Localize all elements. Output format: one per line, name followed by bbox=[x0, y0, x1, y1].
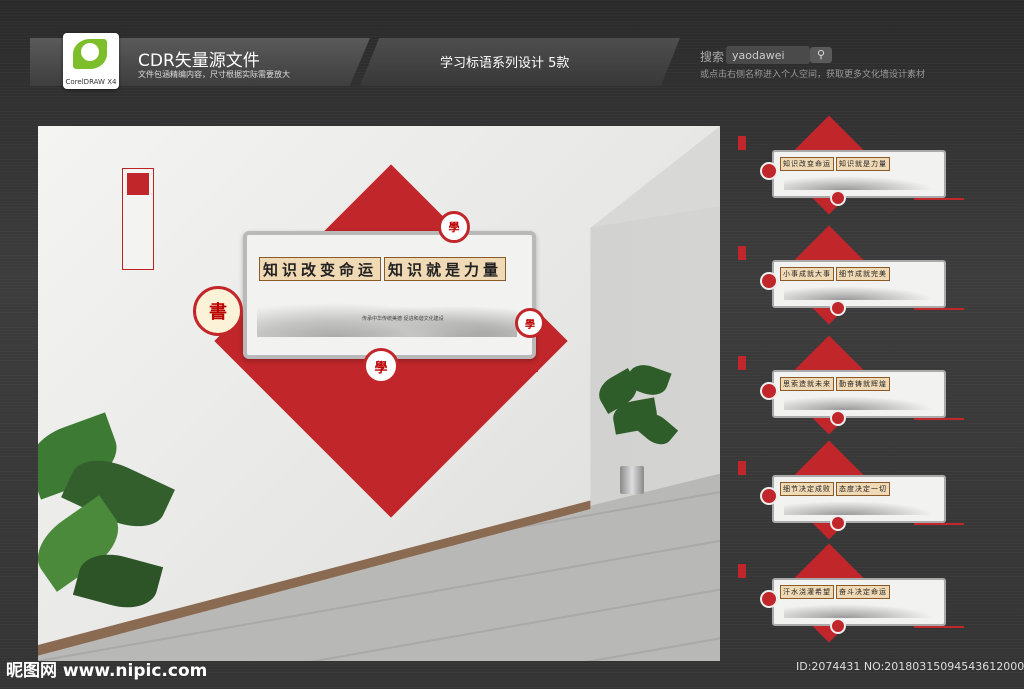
red-decor-line bbox=[478, 369, 538, 372]
thumb-banner: 小事成就大事 细节成就完美 bbox=[772, 260, 946, 308]
thumb-banner: 知识改变命运 知识就是力量 bbox=[772, 150, 946, 198]
thumb-slogan-left: 细节决定成败 bbox=[780, 482, 834, 496]
thumb-seal bbox=[760, 382, 778, 400]
thumb-seal bbox=[760, 590, 778, 608]
thumb-tag bbox=[738, 136, 746, 150]
thumb-red-line bbox=[914, 523, 964, 525]
thumb-red-line bbox=[914, 308, 964, 310]
logo-caption: CorelDRAW X4 bbox=[65, 78, 117, 86]
thumb-slogan-left: 小事成就大事 bbox=[780, 267, 834, 281]
thumb-red-line bbox=[914, 418, 964, 420]
thumb-slogan-right: 奋斗决定命运 bbox=[836, 585, 890, 599]
thumb-seal bbox=[760, 272, 778, 290]
design-variant-1: 知识改变命运 知识就是力量 bbox=[738, 115, 992, 226]
thumb-mountains bbox=[784, 501, 934, 515]
slogan-row: 知识改变命运 知识就是力量 bbox=[259, 257, 507, 281]
shu-seal: 書 bbox=[193, 286, 243, 336]
thumb-slogans: 细节决定成败 态度决定一切 bbox=[780, 482, 890, 496]
thumb-banner: 细节决定成败 态度决定一切 bbox=[772, 475, 946, 523]
thumb-slogans: 小事成就大事 细节成就完美 bbox=[780, 267, 890, 281]
slogan-banner: 知识改变命运 知识就是力量 传承中华传统美德 促进和谐文化建设 bbox=[243, 231, 536, 359]
thumb-slogan-left: 知识改变命运 bbox=[780, 157, 834, 171]
thumb-banner: 思索造就未来 勤奋铸就辉煌 bbox=[772, 370, 946, 418]
thumb-mountains bbox=[784, 176, 934, 190]
thumb-seal-small bbox=[830, 190, 846, 206]
thumb-slogans: 思索造就未来 勤奋铸就辉煌 bbox=[780, 377, 890, 391]
thumb-slogan-right: 细节成就完美 bbox=[836, 267, 890, 281]
xue-seal: 學 bbox=[363, 348, 399, 384]
coreldraw-logo-icon: CorelDRAW X4 bbox=[63, 33, 119, 89]
thumb-tag bbox=[738, 356, 746, 370]
thumb-seal-small bbox=[830, 410, 846, 426]
thumb-seal bbox=[760, 487, 778, 505]
red-decor-line bbox=[488, 377, 528, 380]
file-type-subtitle: 文件包涵精编内容，尺寸根据实际需要放大 bbox=[138, 70, 290, 79]
thumb-tag bbox=[738, 246, 746, 260]
banner-small-text: 传承中华传统美德 促进和谐文化建设 bbox=[362, 316, 444, 322]
thumb-slogan-right: 勤奋铸就辉煌 bbox=[836, 377, 890, 391]
search-label: 搜索 bbox=[700, 50, 725, 64]
search-input[interactable] bbox=[726, 46, 810, 64]
series-title: 学习标语系列设计 5款 bbox=[440, 56, 570, 71]
room-mockup: 知识改变命运 知识就是力量 传承中华传统美德 促进和谐文化建设 書 學 學 學 bbox=[38, 126, 720, 661]
slogan-right: 知识就是力量 bbox=[384, 257, 507, 281]
small-seal-right: 學 bbox=[515, 308, 545, 338]
design-variant-5: 汗水浇灌希望 奋斗决定命运 bbox=[738, 543, 992, 654]
search-hint: 或点击右侧名称进入个人空间，获取更多文化墙设计素材 bbox=[700, 70, 926, 80]
thumb-seal-small bbox=[830, 300, 846, 316]
file-type-title: CDR矢量源文件 bbox=[138, 51, 260, 71]
thumb-tag bbox=[738, 461, 746, 475]
thumb-seal-small bbox=[830, 618, 846, 634]
leaf-highlight bbox=[81, 43, 99, 61]
slogan-left: 知识改变命运 bbox=[259, 257, 382, 281]
thumb-mountains bbox=[784, 396, 934, 410]
thumb-red-line bbox=[914, 626, 964, 628]
thumb-tag bbox=[738, 564, 746, 578]
thumb-slogans: 知识改变命运 知识就是力量 bbox=[780, 157, 890, 171]
culture-seal bbox=[127, 173, 149, 195]
thumb-slogan-left: 思索造就未来 bbox=[780, 377, 834, 391]
culture-vertical-sign bbox=[122, 168, 154, 270]
nipic-watermark: 昵图网 www.nipic.com bbox=[6, 661, 208, 681]
thumb-mountains bbox=[784, 286, 934, 300]
thumb-banner: 汗水浇灌希望 奋斗决定命运 bbox=[772, 578, 946, 626]
thumb-mountains bbox=[784, 604, 934, 618]
plant-pot bbox=[620, 466, 644, 494]
thumb-slogan-right: 知识就是力量 bbox=[836, 157, 890, 171]
thumb-seal-small bbox=[830, 515, 846, 531]
design-variant-2: 小事成就大事 细节成就完美 bbox=[738, 225, 992, 336]
thumb-seal bbox=[760, 162, 778, 180]
image-id-text: ID:2074431 NO:20180315094543612000 bbox=[796, 660, 1024, 673]
magnifier-icon[interactable]: ⚲ bbox=[810, 47, 832, 63]
small-seal-top: 學 bbox=[438, 211, 470, 243]
thumb-slogan-right: 态度决定一切 bbox=[836, 482, 890, 496]
thumb-red-line bbox=[914, 198, 964, 200]
design-variant-4: 细节决定成败 态度决定一切 bbox=[738, 440, 992, 551]
thumb-slogans: 汗水浇灌希望 奋斗决定命运 bbox=[780, 585, 890, 599]
thumb-slogan-left: 汗水浇灌希望 bbox=[780, 585, 834, 599]
design-variant-3: 思索造就未来 勤奋铸就辉煌 bbox=[738, 335, 992, 446]
